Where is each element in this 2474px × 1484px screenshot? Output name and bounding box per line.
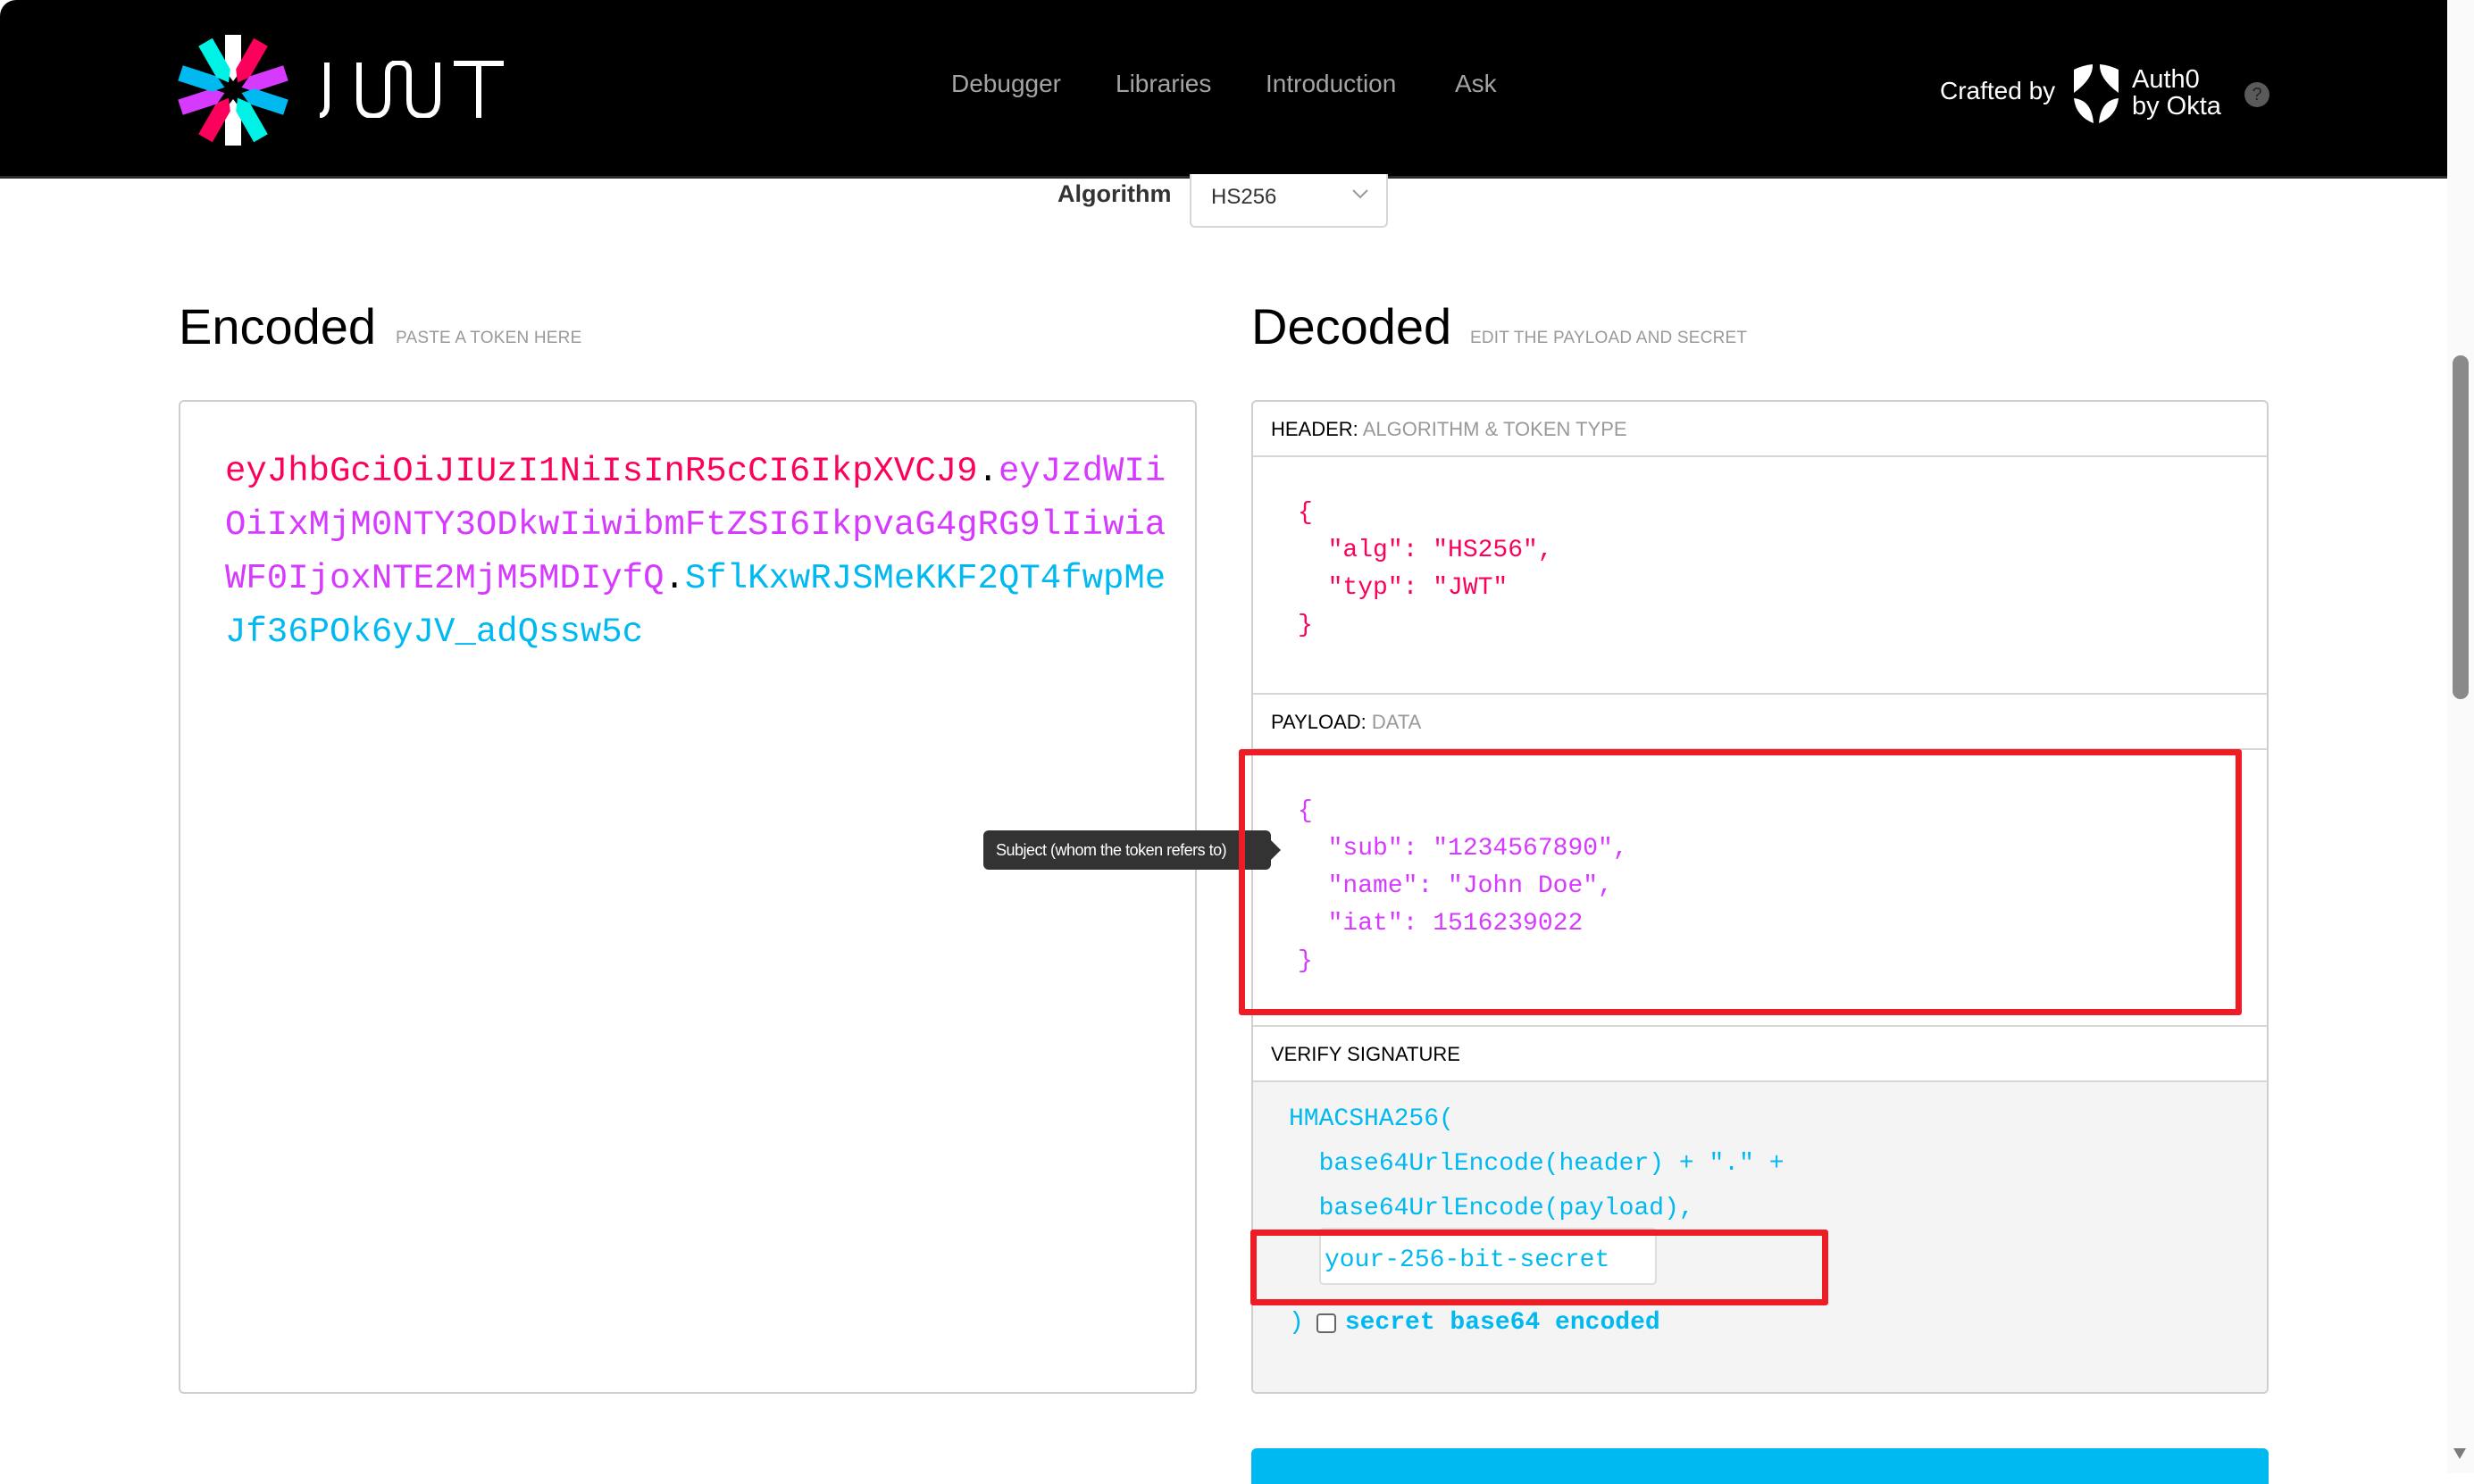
scrollbar-track[interactable]	[2447, 0, 2474, 1473]
payload-highlight-box	[1239, 749, 2242, 1015]
jwt-wordmark	[320, 61, 504, 118]
signature-function-line: HMACSHA256(	[1289, 1105, 1454, 1133]
nav-link-ask[interactable]: Ask	[1455, 70, 1497, 98]
encoded-token-editor[interactable]: eyJhbGciOiJIUzI1NiIsInR5cCI6IkpXVCJ9.eyJ…	[179, 400, 1197, 1394]
payload-section-label: PAYLOAD: DATA	[1253, 695, 2267, 750]
header-json-editor[interactable]: { "alg": "HS256", "typ": "JWT" }	[1253, 457, 2267, 695]
signature-label: VERIFY SIGNATURE	[1271, 1043, 1460, 1065]
header-sublabel: ALGORITHM & TOKEN TYPE	[1362, 418, 1627, 440]
signature-payload-line: base64UrlEncode(payload),	[1289, 1195, 1694, 1222]
close-paren: )	[1289, 1309, 1304, 1337]
decoded-title: Decoded	[1251, 298, 1452, 354]
secret-highlight-box	[1250, 1230, 1828, 1305]
header-json[interactable]: { "alg": "HS256", "typ": "JWT" }	[1298, 495, 1553, 645]
encoded-token-text[interactable]: eyJhbGciOiJIUzI1NiIsInR5cCI6IkpXVCJ9.eyJ…	[225, 445, 1172, 659]
encoded-title: Encoded	[179, 298, 377, 354]
auth0-shield-icon[interactable]	[2070, 64, 2122, 123]
nav-link-debugger[interactable]: Debugger	[951, 70, 1061, 98]
claim-tooltip: Subject (whom the token refers to)	[983, 830, 1271, 870]
token-separator: .	[977, 452, 999, 491]
algorithm-select[interactable]: HS256	[1190, 174, 1388, 228]
base64-encoded-checkbox[interactable]	[1316, 1313, 1336, 1333]
crafted-by-label: Crafted by	[1940, 77, 2056, 104]
algorithm-selected-value: HS256	[1211, 185, 1277, 209]
scroll-down-arrow-icon[interactable]	[2453, 1448, 2466, 1459]
base64-row: ) secret base64 encoded	[1289, 1309, 1660, 1337]
auth0-brand-line2: by Okta	[2132, 92, 2221, 121]
header-section-label: HEADER: ALGORITHM & TOKEN TYPE	[1253, 402, 2267, 457]
payload-label: PAYLOAD:	[1271, 711, 1367, 733]
token-header-part: eyJhbGciOiJIUzI1NiIsInR5cCI6IkpXVCJ9	[225, 452, 978, 491]
auth0-brand[interactable]: Auth0 by Okta	[2132, 66, 2221, 120]
signature-section-label: VERIFY SIGNATURE	[1253, 1027, 2267, 1082]
nav-link-introduction[interactable]: Introduction	[1266, 70, 1396, 98]
token-separator: .	[664, 559, 685, 598]
header-label: HEADER:	[1271, 418, 1358, 440]
nav-link-libraries[interactable]: Libraries	[1116, 70, 1211, 98]
chevron-down-icon	[1352, 189, 1368, 199]
encoded-subtitle: PASTE A TOKEN HERE	[396, 329, 582, 347]
help-icon[interactable]: ?	[2244, 82, 2269, 107]
auth0-brand-line1: Auth0	[2132, 65, 2200, 94]
algorithm-label: Algorithm	[1057, 180, 1172, 207]
base64-encoded-label[interactable]: secret base64 encoded	[1345, 1309, 1660, 1337]
signature-header-line: base64UrlEncode(header) + "." +	[1289, 1150, 1784, 1178]
scrollbar-thumb[interactable]	[2453, 355, 2469, 699]
jwt-logo-icon[interactable]	[175, 32, 291, 148]
payload-sublabel: DATA	[1371, 711, 1422, 733]
share-jwt-button[interactable]	[1251, 1448, 2269, 1484]
decoded-subtitle: EDIT THE PAYLOAD AND SECRET	[1470, 329, 1748, 347]
